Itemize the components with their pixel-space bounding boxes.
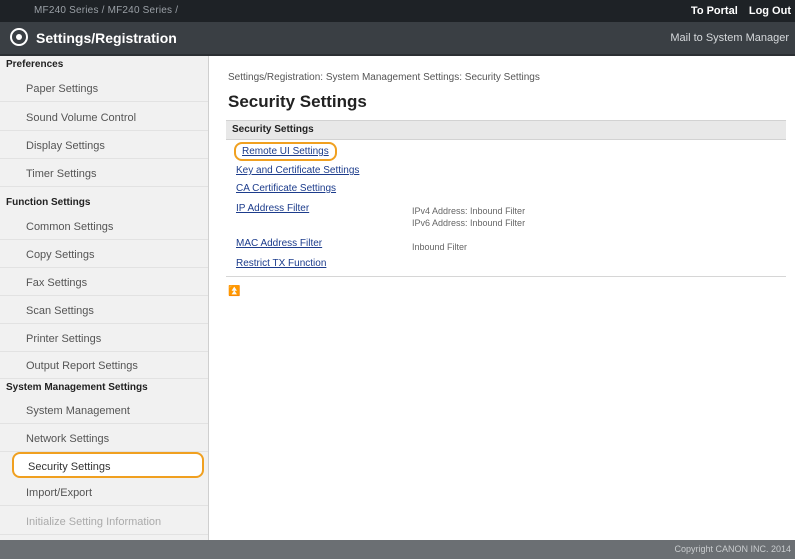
ip-address-filter-desc-ipv6: IPv6 Address: Inbound Filter <box>412 218 526 228</box>
sidebar: Preferences Paper Settings Sound Volume … <box>0 56 209 540</box>
back-to-top-icon[interactable]: ⏫ <box>228 286 240 297</box>
sidebar-item-import-export[interactable]: Import/Export <box>0 480 208 506</box>
mac-address-filter-link[interactable]: MAC Address Filter <box>236 238 322 249</box>
log-out-link[interactable]: Log Out <box>749 5 791 17</box>
sidebar-section-preferences: Preferences <box>6 59 64 70</box>
device-name: MF240 Series / MF240 Series / <box>34 5 179 16</box>
sidebar-item-common-settings[interactable]: Common Settings <box>0 214 208 240</box>
sidebar-item-fax-settings[interactable]: Fax Settings <box>0 270 208 296</box>
sidebar-section-system-management-settings: System Management Settings <box>6 382 148 393</box>
page-title: Security Settings <box>228 92 367 111</box>
section-header-label: Security Settings <box>232 124 314 135</box>
sidebar-item-output-report-settings[interactable]: Output Report Settings <box>0 353 208 379</box>
sidebar-item-paper-settings[interactable]: Paper Settings <box>0 76 208 102</box>
ip-address-filter-desc-ipv4: IPv4 Address: Inbound Filter <box>412 206 526 216</box>
top-bar: MF240 Series / MF240 Series / To Portal … <box>0 0 795 22</box>
sidebar-item-timer-settings[interactable]: Timer Settings <box>0 161 208 187</box>
footer: Copyright CANON INC. 2014 <box>0 540 795 559</box>
sidebar-item-sound-volume-control[interactable]: Sound Volume Control <box>0 105 208 131</box>
breadcrumb: Settings/Registration: System Management… <box>228 72 540 83</box>
sidebar-item-display-settings[interactable]: Display Settings <box>0 133 208 159</box>
app-header: Settings/Registration Mail to System Man… <box>0 22 795 56</box>
settings-icon <box>10 28 28 46</box>
mail-to-system-manager-link[interactable]: Mail to System Manager <box>670 32 789 44</box>
top-links: To Portal Log Out <box>683 5 791 17</box>
section-divider <box>226 276 786 277</box>
key-and-certificate-settings-link[interactable]: Key and Certificate Settings <box>236 165 359 176</box>
mac-address-filter-desc: Inbound Filter <box>412 242 468 252</box>
sidebar-item-security-settings[interactable]: Security Settings <box>12 452 204 478</box>
sidebar-item-printer-settings[interactable]: Printer Settings <box>0 326 208 352</box>
sidebar-item-network-settings[interactable]: Network Settings <box>0 426 208 452</box>
sidebar-item-initialize-setting-information[interactable]: Initialize Setting Information <box>0 509 208 535</box>
ca-certificate-settings-link[interactable]: CA Certificate Settings <box>236 183 336 194</box>
sidebar-item-scan-settings[interactable]: Scan Settings <box>0 298 208 324</box>
restrict-tx-function-link[interactable]: Restrict TX Function <box>236 258 326 269</box>
sidebar-item-system-management[interactable]: System Management <box>0 398 208 424</box>
remote-ui-settings-link[interactable]: Remote UI Settings <box>234 142 337 161</box>
ip-address-filter-link[interactable]: IP Address Filter <box>236 203 309 214</box>
app-title: Settings/Registration <box>36 30 177 46</box>
copyright: Copyright CANON INC. 2014 <box>674 544 791 554</box>
sidebar-section-function-settings: Function Settings <box>6 197 91 208</box>
section-header: Security Settings <box>226 120 786 140</box>
main-content: Settings/Registration: System Management… <box>216 56 795 540</box>
to-portal-link[interactable]: To Portal <box>691 5 738 17</box>
sidebar-item-copy-settings[interactable]: Copy Settings <box>0 242 208 268</box>
